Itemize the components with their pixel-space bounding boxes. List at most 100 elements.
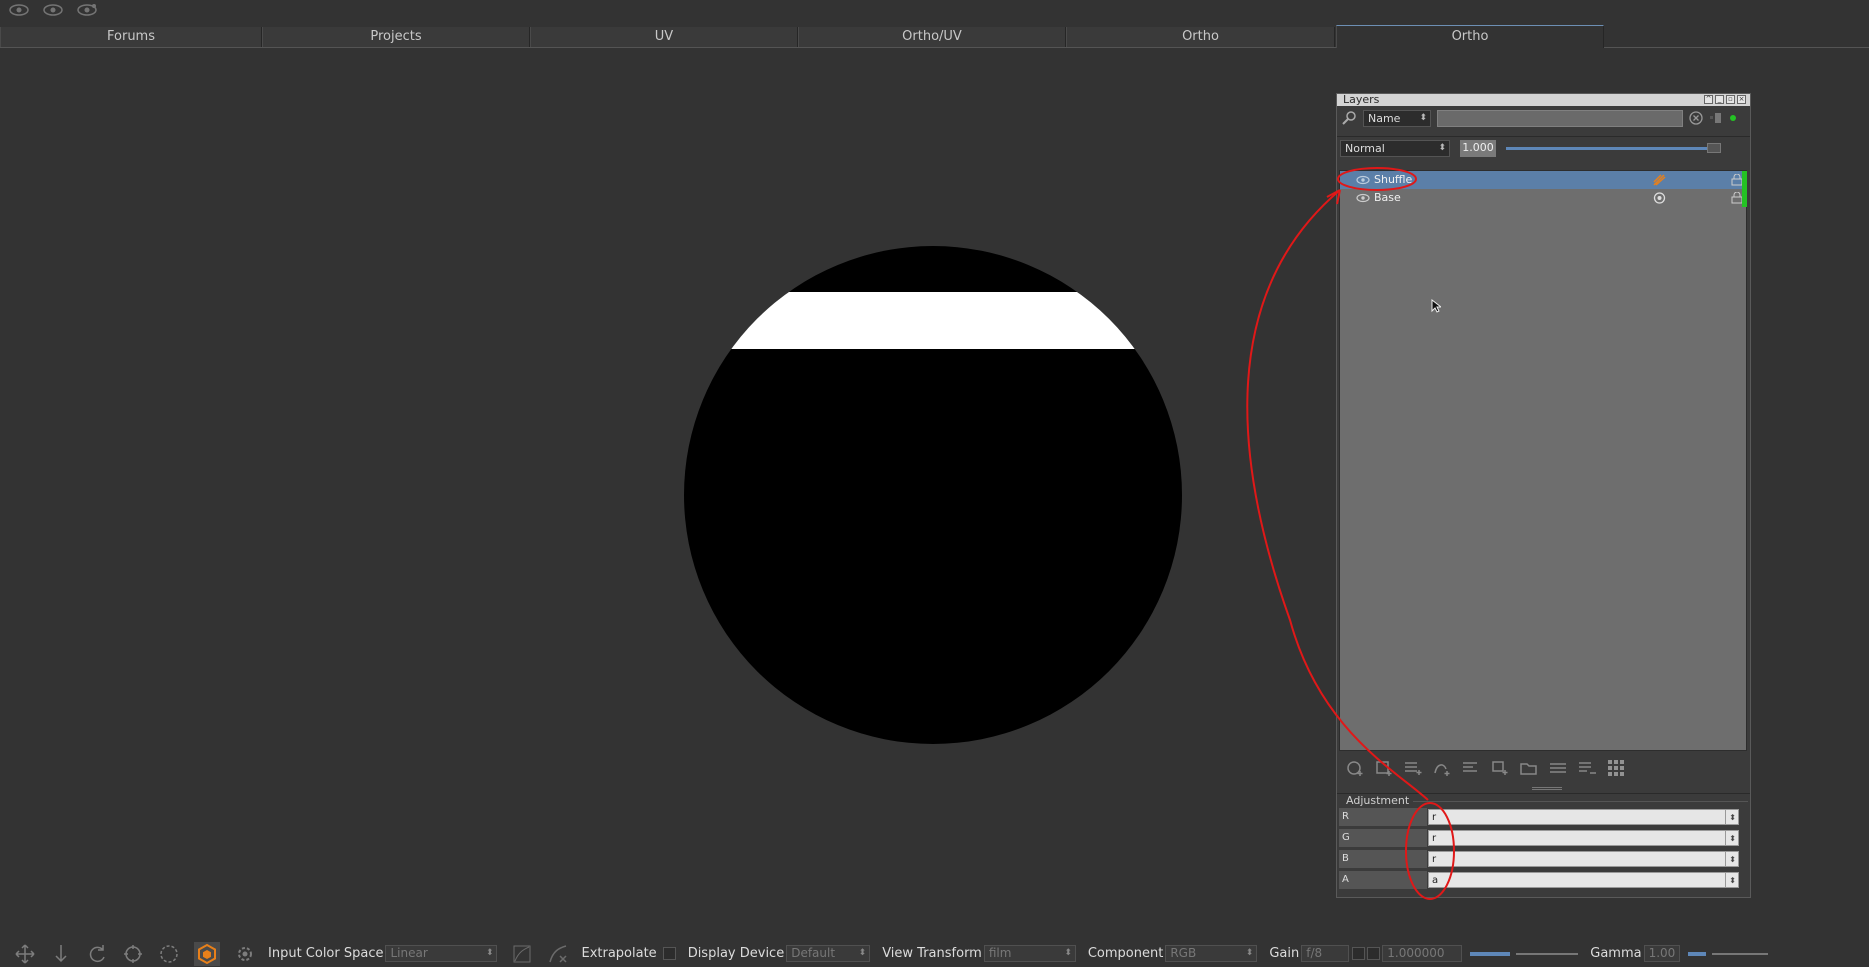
- panel-title: Layers ^ _ ▫ ×: [1337, 94, 1750, 106]
- channel-value: a: [1432, 875, 1439, 886]
- channel-select[interactable]: a ⬍: [1428, 872, 1739, 888]
- adjustment-section-header[interactable]: Adjustment: [1337, 793, 1750, 807]
- layer-search-input[interactable]: [1437, 109, 1683, 127]
- merge-layers-icon[interactable]: [1548, 759, 1568, 777]
- gain-toggle-a[interactable]: [1352, 947, 1366, 960]
- filter-mode-select[interactable]: Name ⬍: [1363, 109, 1431, 127]
- tab-uv[interactable]: UV: [530, 27, 798, 47]
- extrapolate-label: Extrapolate: [581, 946, 657, 961]
- display-device-select[interactable]: Default ⬍: [786, 945, 871, 962]
- channel-select[interactable]: r ⬍: [1428, 809, 1739, 825]
- channel-row-a: A a ⬍: [1339, 871, 1747, 889]
- gain-slider[interactable]: [1470, 951, 1511, 956]
- opacity-slider[interactable]: [1506, 143, 1721, 153]
- delete-layer-icon[interactable]: [1577, 759, 1597, 777]
- visibility-eye-icon[interactable]: [1356, 175, 1370, 185]
- component-value: RGB: [1170, 946, 1197, 960]
- channel-value: r: [1432, 854, 1437, 865]
- panel-close-button[interactable]: ×: [1737, 95, 1746, 104]
- tab-ortho-active[interactable]: Ortho: [1336, 25, 1604, 48]
- rotate-tool-icon[interactable]: [86, 943, 108, 965]
- input-color-space-select[interactable]: Linear ⬍: [385, 945, 498, 962]
- gamma-slider[interactable]: [1687, 951, 1706, 956]
- gain-label: Gain: [1269, 946, 1300, 961]
- layer-active-marker: [1742, 189, 1747, 207]
- layer-filter-row: Name ⬍: [1337, 106, 1750, 130]
- channel-select[interactable]: r ⬍: [1428, 851, 1739, 867]
- add-mask-icon[interactable]: [1461, 759, 1481, 777]
- view-transform-label: View Transform: [882, 946, 982, 961]
- top-icon-strip: [0, 0, 1869, 20]
- orbit-tool-icon[interactable]: [122, 943, 144, 965]
- layer-toolbar: [1345, 759, 1626, 777]
- tab-ortho[interactable]: Ortho: [1066, 27, 1335, 47]
- component-select[interactable]: RGB ⬍: [1165, 945, 1258, 962]
- curve-reset-icon[interactable]: [547, 943, 569, 965]
- move-tool-icon[interactable]: [14, 943, 36, 965]
- gain-slider-track[interactable]: [1516, 952, 1579, 955]
- channel-label: R: [1339, 808, 1427, 826]
- search-icon: [1342, 111, 1356, 125]
- curve-icon[interactable]: [511, 943, 533, 965]
- view-transform-select[interactable]: film ⬍: [983, 945, 1076, 962]
- add-adjustment-layer-icon[interactable]: [1403, 759, 1423, 777]
- add-group-icon[interactable]: [1519, 759, 1539, 777]
- paint-layer-icon: [1653, 174, 1666, 186]
- gamma-slider-track[interactable]: [1711, 952, 1768, 955]
- channel-value: r: [1432, 812, 1437, 823]
- channel-select[interactable]: r ⬍: [1428, 830, 1739, 846]
- gain-toggle-b[interactable]: [1367, 947, 1381, 960]
- eye-icon[interactable]: [42, 3, 64, 17]
- gamma-label: Gamma: [1590, 946, 1642, 961]
- settings-gear-icon[interactable]: [234, 943, 256, 965]
- grid-view-icon[interactable]: [1606, 759, 1626, 777]
- visibility-eye-icon[interactable]: [1356, 193, 1370, 203]
- blend-mode-select[interactable]: Normal ⬍: [1340, 140, 1450, 157]
- layer-name: Shuffle: [1374, 173, 1413, 186]
- white-stripe: [684, 292, 1182, 349]
- opacity-field[interactable]: 1.000: [1460, 140, 1496, 157]
- channel-label: B: [1339, 850, 1427, 868]
- gain-fstop-field[interactable]: f/8: [1301, 945, 1350, 962]
- view-transform-value: film: [988, 946, 1012, 960]
- extrapolate-checkbox[interactable]: [662, 947, 676, 960]
- blend-mode-value: Normal: [1345, 142, 1385, 155]
- opacity-slider-handle[interactable]: [1707, 143, 1721, 153]
- viewport-canvas[interactable]: [684, 246, 1182, 744]
- display-device-label: Display Device: [687, 946, 785, 961]
- tab-projects[interactable]: Projects: [262, 27, 530, 47]
- layer-row-base[interactable]: Base: [1340, 189, 1747, 207]
- channel-row-b: B r ⬍: [1339, 850, 1747, 868]
- selection-circle-icon[interactable]: [158, 943, 180, 965]
- layer-name: Base: [1374, 191, 1401, 204]
- add-procedural-layer-icon[interactable]: [1432, 759, 1452, 777]
- layer-row-shuffle[interactable]: Shuffle: [1340, 171, 1747, 189]
- add-layer-icon[interactable]: [1490, 759, 1510, 777]
- eye-icon[interactable]: [8, 3, 30, 17]
- channel-row-g: G r ⬍: [1339, 829, 1747, 847]
- status-dot-icon: [1730, 115, 1736, 121]
- panel-maximize-button[interactable]: ▫: [1726, 95, 1735, 104]
- channel-label: A: [1339, 871, 1427, 889]
- gamma-value-field[interactable]: 1.00: [1643, 945, 1680, 962]
- adjustment-header-label: Adjustment: [1343, 794, 1413, 807]
- eye-settings-icon[interactable]: [76, 3, 98, 17]
- tab-ortho-uv[interactable]: Ortho/UV: [798, 27, 1066, 47]
- workspace-tab-bar: Forums Projects UV Ortho/UV Ortho Ortho: [0, 25, 1869, 48]
- layers-panel: Layers ^ _ ▫ × Name ⬍ Normal ⬍ 1.000 Shuff…: [1336, 93, 1751, 898]
- add-fill-layer-icon[interactable]: [1374, 759, 1394, 777]
- panel-float-button[interactable]: ^: [1704, 95, 1713, 104]
- down-arrow-tool-icon[interactable]: [50, 943, 72, 965]
- panel-minimize-button[interactable]: _: [1715, 95, 1724, 104]
- input-color-space-value: Linear: [390, 946, 428, 960]
- filter-options-icon[interactable]: [1709, 112, 1723, 124]
- tab-forums[interactable]: Forums: [0, 27, 262, 47]
- clear-search-icon[interactable]: [1689, 111, 1703, 125]
- panel-splitter-handle[interactable]: [1532, 787, 1562, 790]
- channel-label: G: [1339, 829, 1427, 847]
- gain-value-field[interactable]: 1.000000: [1382, 945, 1463, 962]
- add-paint-layer-icon[interactable]: [1345, 759, 1365, 777]
- layer-stack[interactable]: Shuffle Base: [1339, 170, 1747, 751]
- component-label: Component: [1087, 946, 1164, 961]
- paint-mode-icon[interactable]: [194, 941, 220, 966]
